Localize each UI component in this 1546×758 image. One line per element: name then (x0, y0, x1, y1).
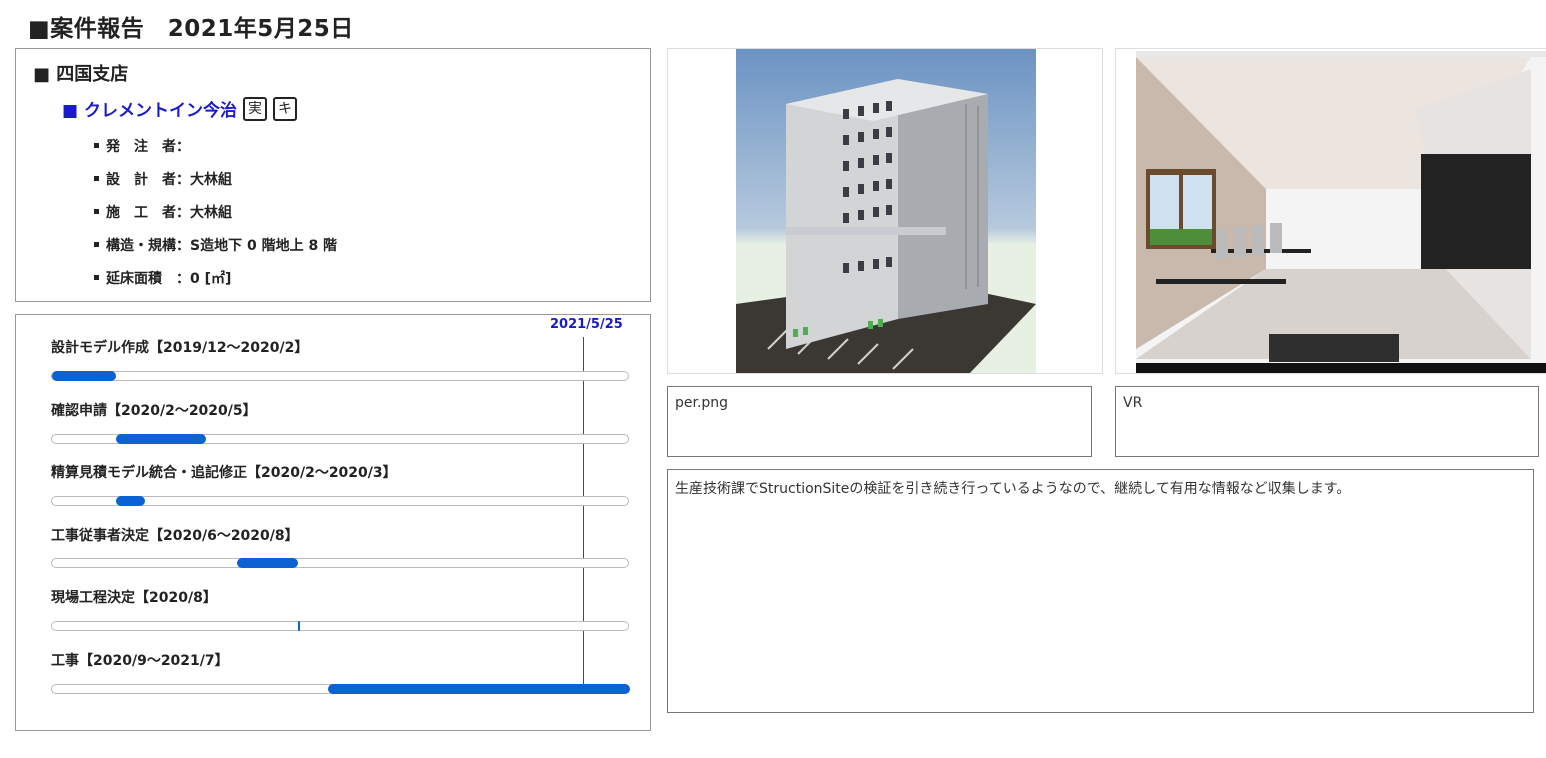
task-progress-bar (116, 496, 145, 506)
report-note-text[interactable]: 生産技術課でStructionSiteの検証を引き続き行っているようなので、継続… (667, 469, 1534, 713)
task-progress-track (51, 371, 629, 381)
task-progress-track (51, 434, 629, 444)
task-progress-bar (328, 684, 630, 694)
detail-designer: 設 計 者：大林組 (94, 169, 232, 189)
detail-text: 構造・規構：S造地下 0 階地上 8 階 (106, 238, 338, 254)
task-label: 設計モデル作成【2019/12～2020/2】 (51, 340, 309, 356)
vr-interior-screenshot[interactable] (1115, 48, 1546, 374)
detail-text: 延床面積 ：0 [㎡] (106, 271, 232, 287)
bullet-icon (94, 208, 99, 214)
task-progress-bar (298, 621, 300, 631)
building-render-image[interactable] (667, 48, 1103, 374)
detail-structure: 構造・規構：S造地下 0 階地上 8 階 (94, 235, 337, 255)
bullet-icon (94, 175, 99, 181)
branch-name: ■ 四国支店 (33, 64, 129, 85)
task-progress-track (51, 558, 629, 568)
task-label: 工事従事者決定【2020/6～2020/8】 (51, 528, 299, 544)
today-marker-line (583, 337, 584, 692)
task-label: 確認申請【2020/2～2020/5】 (51, 403, 257, 419)
today-label: 2021/5/25 (550, 317, 623, 332)
detail-text: 設 計 者：大林組 (106, 172, 232, 188)
image-caption-vr: VR (1115, 386, 1539, 457)
page-title: ■案件報告 2021年5月25日 (28, 16, 354, 42)
task-progress-bar (52, 371, 116, 381)
status-badge-ki[interactable]: キ (272, 96, 297, 121)
bullet-icon (94, 274, 99, 280)
project-info-panel: ■ 四国支店 ■ クレメントイン今治 実 キ 発 注 者： 設 計 者：大林組 … (15, 48, 651, 302)
task-label: 現場工程決定【2020/8】 (51, 590, 217, 606)
task-progress-track (51, 684, 630, 694)
status-badge-jitsu[interactable]: 実 (242, 96, 267, 121)
building-render-svg (736, 49, 1036, 373)
task-progress-track (51, 621, 629, 631)
detail-text: 発 注 者： (106, 139, 190, 155)
schedule-panel: 2021/5/25 設計モデル作成【2019/12～2020/2】 確認申請【2… (15, 314, 651, 731)
detail-floor-area: 延床面積 ：0 [㎡] (94, 268, 231, 288)
bullet-icon (94, 142, 99, 148)
project-row: ■ クレメントイン今治 実 キ (62, 96, 297, 121)
task-progress-track (51, 496, 629, 506)
image-caption-per: per.png (667, 386, 1092, 457)
detail-text: 施 工 者：大林組 (106, 205, 232, 221)
task-progress-bar (116, 434, 206, 444)
task-label: 精算見積モデル統合・追記修正【2020/2～2020/3】 (51, 465, 397, 481)
detail-contractor: 施 工 者：大林組 (94, 202, 232, 222)
bullet-icon (94, 241, 99, 247)
task-progress-bar (237, 558, 298, 568)
detail-client: 発 注 者： (94, 136, 190, 156)
task-label: 工事【2020/9～2021/7】 (51, 653, 229, 669)
vr-interior-svg (1136, 51, 1546, 373)
project-name-link[interactable]: ■ クレメントイン今治 (62, 96, 237, 121)
